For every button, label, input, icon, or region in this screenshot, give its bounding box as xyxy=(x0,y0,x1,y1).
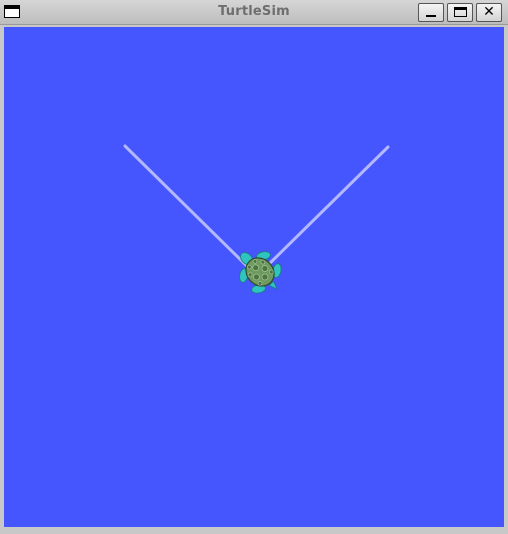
minimize-button[interactable] xyxy=(418,3,444,22)
close-icon: ✕ xyxy=(483,4,495,20)
maximize-button[interactable] xyxy=(447,3,473,22)
turtle-canvas xyxy=(4,27,504,527)
turtlesim-window: TurtleSim ✕ xyxy=(0,0,508,534)
title-bar[interactable]: TurtleSim ✕ xyxy=(0,0,508,25)
minimize-icon xyxy=(426,15,436,17)
close-button[interactable]: ✕ xyxy=(476,3,502,22)
maximize-icon xyxy=(454,7,467,17)
